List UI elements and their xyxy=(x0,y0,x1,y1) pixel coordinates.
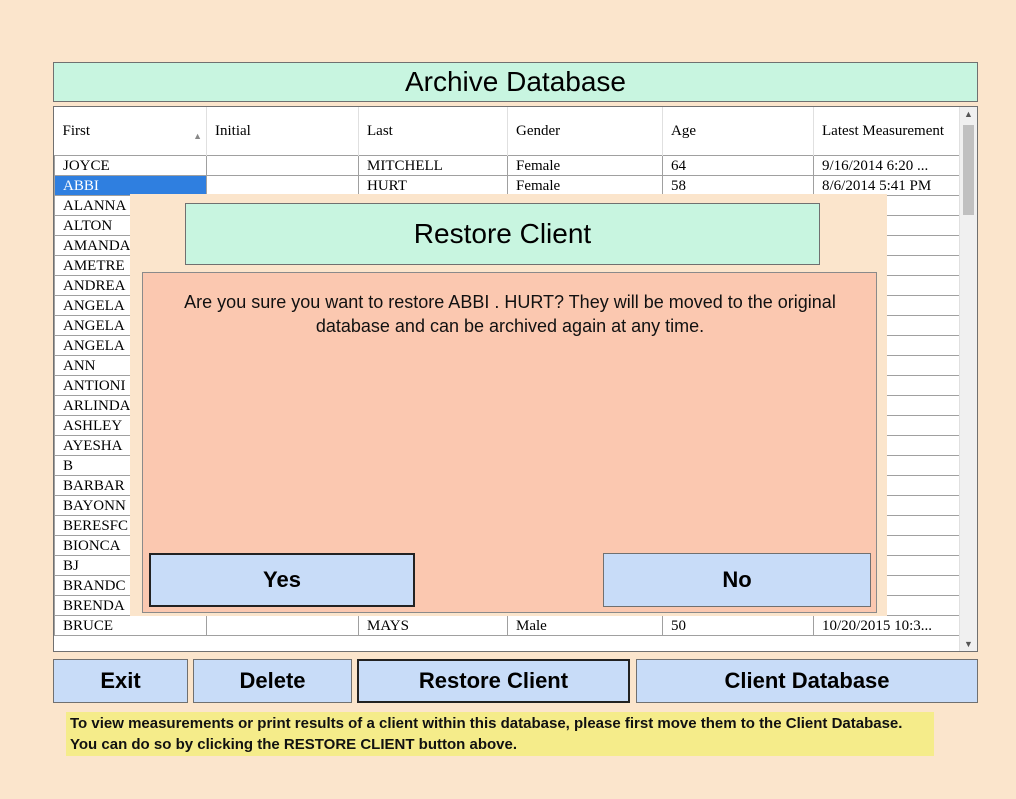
dialog-message: Are you sure you want to restore ABBI . … xyxy=(184,292,836,336)
table-cell: MITCHELL xyxy=(358,155,508,176)
table-cell: 8/6/2014 5:41 PM xyxy=(813,175,960,196)
dialog-title: Restore Client xyxy=(185,203,820,265)
vertical-scrollbar[interactable]: ▲ ▼ xyxy=(959,107,977,651)
table-cell: JOYCE xyxy=(54,155,207,176)
info-note: To view measurements or print results of… xyxy=(66,712,934,756)
no-button[interactable]: No xyxy=(603,553,871,607)
client-database-button[interactable]: Client Database xyxy=(636,659,978,703)
table-cell: 10/20/2015 10:3... xyxy=(813,615,960,636)
scroll-down-icon[interactable]: ▼ xyxy=(960,639,977,649)
col-first-label: First xyxy=(62,123,91,139)
yes-button[interactable]: Yes xyxy=(149,553,415,607)
table-row[interactable]: JOYCE MITCHELL Female 64 9/16/2014 6:20 ... xyxy=(54,155,960,176)
table-cell: Female xyxy=(507,175,663,196)
delete-button[interactable]: Delete xyxy=(193,659,352,703)
header-row: First ▲ Initial Last Gender Age Latest Me… xyxy=(54,107,960,156)
scroll-up-icon[interactable]: ▲ xyxy=(960,109,977,119)
table-cell: Female xyxy=(507,155,663,176)
table-cell: Male xyxy=(507,615,663,636)
table-row[interactable]: ABBI HURT Female 58 8/6/2014 5:41 PM xyxy=(54,175,960,196)
col-latest-measurement[interactable]: Latest Measurement xyxy=(813,107,960,156)
table-cell: 58 xyxy=(662,175,814,196)
exit-button[interactable]: Exit xyxy=(53,659,188,703)
table-cell: MAYS xyxy=(358,615,508,636)
sort-ascending-icon: ▲ xyxy=(193,131,202,141)
col-last[interactable]: Last xyxy=(358,107,508,156)
table-cell xyxy=(206,155,359,176)
table-cell xyxy=(206,615,359,636)
table-cell: ABBI xyxy=(54,175,207,196)
table-cell: 64 xyxy=(662,155,814,176)
archive-title: Archive Database xyxy=(53,62,978,102)
table-cell: BRUCE xyxy=(54,615,207,636)
restore-client-button[interactable]: Restore Client xyxy=(357,659,630,703)
table-cell: 50 xyxy=(662,615,814,636)
table-cell: HURT xyxy=(358,175,508,196)
col-first[interactable]: First ▲ xyxy=(54,107,207,156)
scroll-thumb[interactable] xyxy=(963,125,974,215)
table-cell xyxy=(206,175,359,196)
col-initial[interactable]: Initial xyxy=(206,107,359,156)
table-row[interactable]: BRUCE MAYS Male 50 10/20/2015 10:3... xyxy=(54,615,960,636)
col-age[interactable]: Age xyxy=(662,107,814,156)
col-gender[interactable]: Gender xyxy=(507,107,663,156)
table-cell: 9/16/2014 6:20 ... xyxy=(813,155,960,176)
